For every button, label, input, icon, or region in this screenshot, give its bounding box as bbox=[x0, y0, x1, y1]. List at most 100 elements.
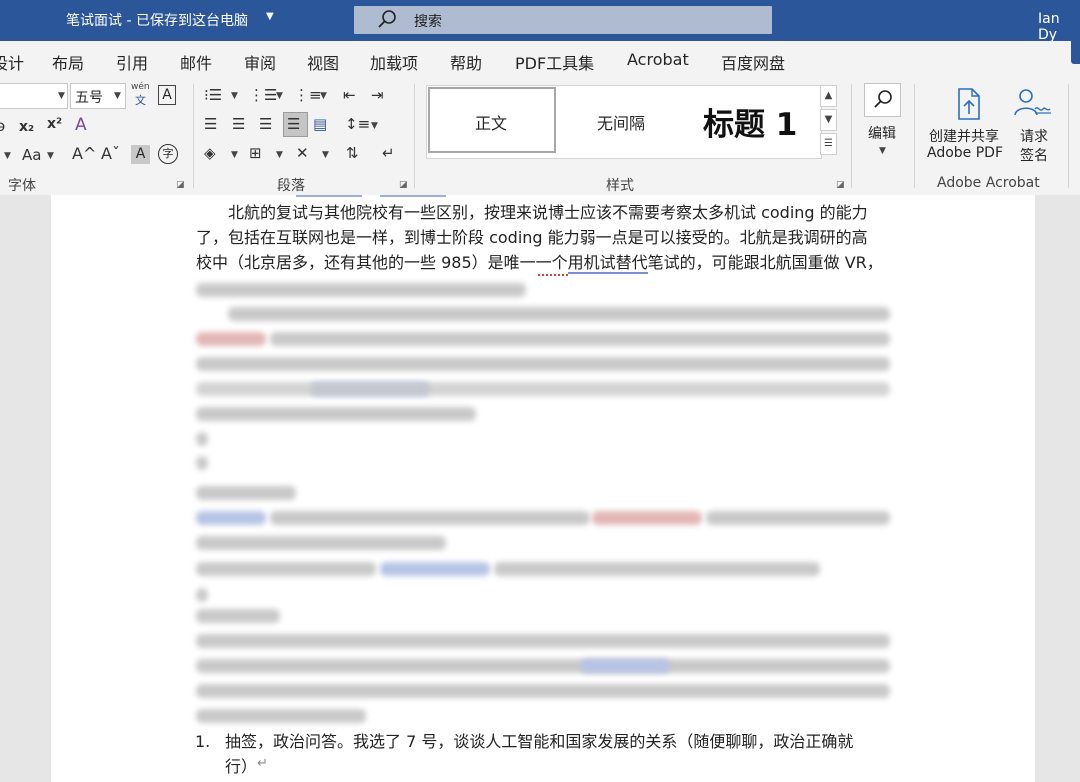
create-pdf-icon[interactable] bbox=[953, 87, 985, 121]
paragraph-group-label: 段落 bbox=[277, 178, 305, 194]
font-group-label: 字体 bbox=[8, 178, 36, 194]
increase-indent-icon[interactable]: ⇥ bbox=[371, 85, 384, 105]
hyperlink-fragment[interactable] bbox=[380, 195, 446, 197]
superscript-icon[interactable]: x² bbox=[47, 114, 62, 134]
list-number: 1. bbox=[195, 732, 211, 751]
bullets-icon[interactable]: ⁝☰ bbox=[204, 85, 222, 105]
request-sign-label-line2[interactable]: 签名 bbox=[1020, 145, 1048, 165]
asian-layout-icon[interactable]: ✕ bbox=[296, 143, 309, 163]
subscript-icon[interactable]: x₂ bbox=[19, 117, 34, 137]
blurred-text bbox=[706, 511, 890, 525]
chevron-down-icon[interactable]: ▼ bbox=[371, 121, 378, 131]
style-no-spacing[interactable]: 无间隔 bbox=[597, 110, 645, 134]
line-spacing-icon[interactable]: ↕≡ bbox=[345, 114, 370, 134]
search-placeholder: 搜索 bbox=[414, 14, 442, 30]
numbering-icon[interactable]: ⋮☰ bbox=[249, 85, 277, 105]
enclose-characters-icon[interactable]: 字 bbox=[158, 144, 178, 164]
shading-icon[interactable]: ◈ bbox=[204, 143, 216, 163]
phonetic-guide-icon[interactable]: 文 bbox=[135, 92, 146, 108]
styles-group-label: 样式 bbox=[606, 178, 634, 194]
align-center-icon[interactable]: ☰ bbox=[232, 114, 245, 134]
styles-dialog-launcher-icon[interactable]: ◪ bbox=[836, 180, 845, 190]
request-sign-label-line1[interactable]: 请求 bbox=[1020, 126, 1048, 146]
borders-icon[interactable]: ⊞ bbox=[249, 143, 262, 163]
search-icon bbox=[378, 10, 396, 28]
tab-help[interactable]: 帮助 bbox=[450, 50, 482, 74]
chevron-down-icon[interactable]: ▼ bbox=[266, 11, 274, 22]
hyperlink-fragment[interactable] bbox=[296, 195, 362, 197]
tab-addins[interactable]: 加载项 bbox=[370, 50, 418, 74]
tab-review[interactable]: 审阅 bbox=[244, 50, 276, 74]
create-share-label-line2[interactable]: Adobe PDF bbox=[927, 145, 1003, 161]
chevron-down-icon[interactable]: ▼ bbox=[276, 91, 283, 101]
phonetic-guide-top[interactable]: wén bbox=[131, 82, 150, 92]
chevron-down-icon[interactable]: ▼ bbox=[322, 150, 329, 160]
blurred-text bbox=[196, 382, 890, 396]
chevron-down-icon[interactable]: ▼ bbox=[47, 151, 54, 161]
align-left-icon[interactable]: ☰ bbox=[204, 114, 217, 134]
shrink-font-icon[interactable]: Aˇ bbox=[101, 144, 120, 164]
find-icon bbox=[874, 90, 892, 108]
blurred-text bbox=[196, 486, 296, 500]
request-signature-icon[interactable] bbox=[1013, 87, 1053, 121]
blurred-text bbox=[196, 357, 890, 371]
character-shading-icon[interactable]: A bbox=[131, 145, 150, 164]
group-divider bbox=[414, 84, 415, 188]
blurred-text bbox=[196, 432, 208, 446]
tab-design[interactable]: 设计 bbox=[0, 50, 24, 74]
tab-layout[interactable]: 布局 bbox=[52, 50, 84, 74]
show-hide-marks-icon[interactable]: ↵ bbox=[382, 143, 395, 163]
tab-mailings[interactable]: 邮件 bbox=[180, 50, 212, 74]
clear-formatting-icon[interactable]: A bbox=[75, 115, 87, 135]
font-size-value: 五号 bbox=[75, 90, 103, 106]
gallery-more-icon[interactable]: ☰ bbox=[820, 133, 837, 155]
document-title[interactable]: 笔试面试 - 已保存到这台电脑 bbox=[66, 10, 248, 30]
chevron-down-icon[interactable]: ▼ bbox=[276, 150, 283, 160]
tab-references[interactable]: 引用 bbox=[116, 50, 148, 74]
editing-label: 编辑 bbox=[868, 126, 896, 142]
share-button[interactable] bbox=[1071, 34, 1080, 64]
multilevel-list-icon[interactable]: ⋮≡ bbox=[294, 85, 322, 105]
tab-view[interactable]: 视图 bbox=[307, 50, 339, 74]
change-case-icon[interactable]: Aa bbox=[22, 145, 41, 165]
blurred-link bbox=[196, 511, 266, 525]
chevron-down-icon[interactable]: ▼ bbox=[231, 150, 238, 160]
chevron-down-icon[interactable]: ▼ bbox=[231, 91, 238, 101]
paragraph-mark: ↵ bbox=[257, 756, 268, 771]
blurred-text bbox=[270, 332, 890, 346]
chevron-down-icon[interactable]: ▼ bbox=[114, 91, 121, 101]
chevron-down-icon[interactable]: ▼ bbox=[879, 146, 886, 156]
blurred-text bbox=[196, 659, 890, 673]
blurred-text bbox=[196, 456, 208, 470]
list-item-line[interactable]: 抽签，政治问答。我选了 7 号，谈谈人工智能和国家发展的关系（随便聊聊，政治正确… bbox=[225, 729, 895, 754]
paragraph-line[interactable]: 北航的复试与其他院校有一些区别，按理来说博士应该不需要考察太多机试 coding… bbox=[196, 200, 896, 225]
align-right-icon[interactable]: ☰ bbox=[259, 114, 272, 134]
spelling-underline bbox=[568, 272, 648, 274]
blurred-text bbox=[196, 536, 446, 550]
blurred-text bbox=[196, 562, 376, 576]
style-normal-label: 正文 bbox=[475, 114, 508, 133]
create-share-label-line1[interactable]: 创建并共享 bbox=[929, 126, 999, 146]
blurred-text bbox=[228, 307, 890, 321]
paragraph-line[interactable]: 了，包括在互联网也是一样，到博士阶段 coding 能力弱一点是可以接受的。北航… bbox=[196, 225, 896, 250]
blurred-text bbox=[196, 283, 526, 297]
character-border-icon[interactable]: A bbox=[158, 85, 176, 105]
sort-icon[interactable]: ⇅ bbox=[346, 143, 359, 163]
tab-pdf-tools[interactable]: PDF工具集 bbox=[515, 50, 594, 74]
grow-font-icon[interactable]: A^ bbox=[72, 144, 96, 164]
chevron-down-icon[interactable]: ▼ bbox=[320, 91, 327, 101]
group-divider bbox=[851, 84, 852, 188]
strikethrough-icon[interactable]: ə bbox=[0, 116, 5, 136]
font-dialog-launcher-icon[interactable]: ◪ bbox=[176, 180, 185, 190]
gallery-scroll-up-icon[interactable]: ▲ bbox=[820, 85, 837, 107]
distributed-icon[interactable]: ▤ bbox=[313, 114, 327, 134]
gallery-scroll-down-icon[interactable]: ▼ bbox=[820, 109, 837, 131]
style-heading-1[interactable]: 标题 1 bbox=[703, 99, 797, 144]
tab-baidu-netdisk[interactable]: 百度网盘 bbox=[721, 50, 785, 74]
paragraph-dialog-launcher-icon[interactable]: ◪ bbox=[399, 180, 408, 190]
acrobat-group-label: Adobe Acrobat bbox=[937, 175, 1040, 191]
chevron-down-icon[interactable]: ▼ bbox=[4, 151, 11, 161]
chevron-down-icon[interactable]: ▼ bbox=[58, 91, 65, 101]
decrease-indent-icon[interactable]: ⇤ bbox=[343, 85, 356, 105]
tab-acrobat[interactable]: Acrobat bbox=[627, 50, 689, 69]
